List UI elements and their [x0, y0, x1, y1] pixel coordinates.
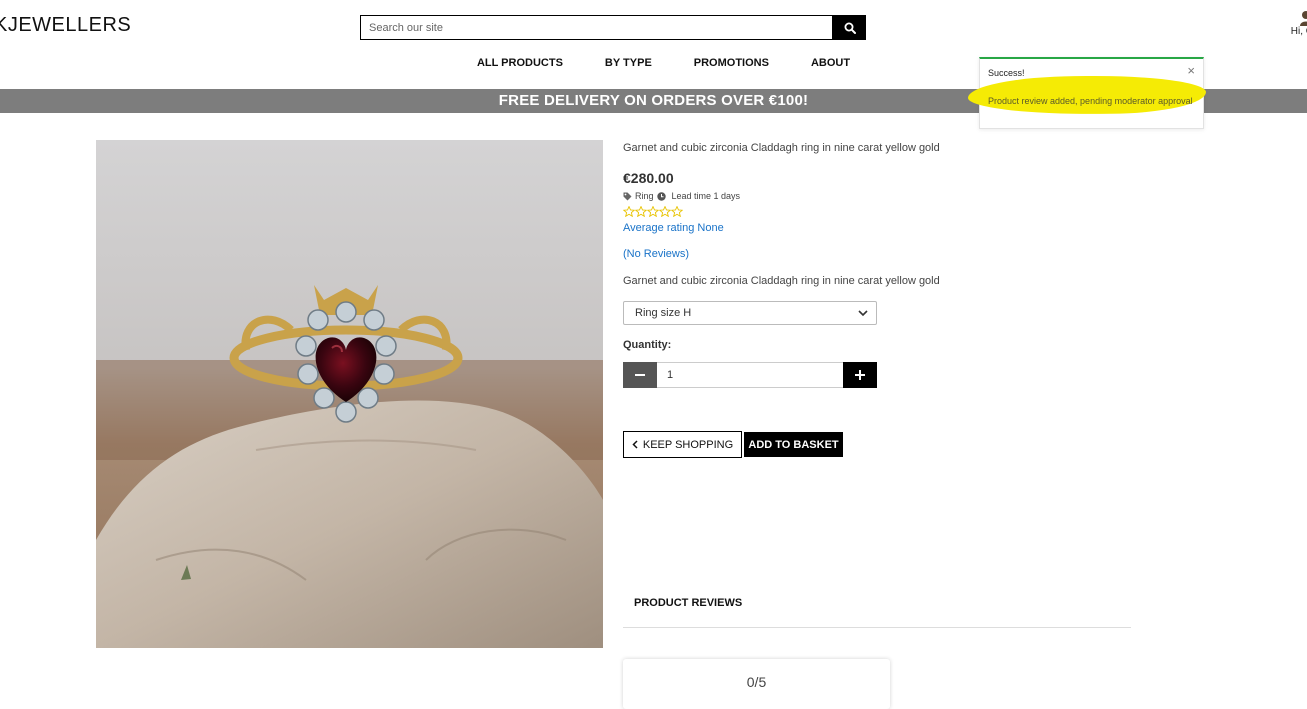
quantity-stepper [623, 362, 877, 388]
success-toast: Success! × Product review added, pending… [967, 57, 1207, 129]
chevron-down-icon [858, 309, 868, 316]
search-form [360, 15, 866, 40]
minus-icon [635, 374, 645, 376]
ring-size-value: Ring size H [635, 307, 692, 319]
keep-shopping-label: KEEP SHOPPING [642, 438, 734, 451]
user-icon [1300, 11, 1307, 26]
review-score-card: 0/5 [623, 659, 890, 709]
ring-size-select[interactable]: Ring size H [623, 301, 877, 325]
reviews-divider [623, 627, 1131, 628]
account-greeting: Hi, C [1290, 26, 1307, 37]
account-menu[interactable]: Hi, C [1283, 10, 1307, 37]
add-to-basket-button[interactable]: ADD TO BASKET [744, 432, 843, 457]
keep-shopping-button[interactable]: KEEP SHOPPING [623, 431, 742, 458]
quantity-label: Quantity: [623, 339, 672, 351]
rating-stars [623, 206, 683, 217]
nav-by-type[interactable]: BY TYPE [605, 57, 652, 69]
nav-promotions[interactable]: PROMOTIONS [694, 57, 769, 69]
reviews-count-link[interactable]: (No Reviews) [623, 248, 689, 260]
product-price: €280.00 [623, 170, 674, 186]
product-meta: Ring Lead time 1 days [623, 191, 740, 201]
product-category: Ring [635, 191, 654, 201]
search-button[interactable] [833, 15, 866, 40]
brand-logo[interactable]: KJEWELLERS [0, 14, 131, 37]
product-reviews-heading: PRODUCT REVIEWS [634, 597, 743, 609]
star-empty-icon [659, 206, 671, 217]
ring-photo [96, 140, 603, 648]
product-image [96, 140, 603, 648]
chevron-left-icon [632, 440, 638, 449]
star-empty-icon [635, 206, 647, 217]
tag-icon [623, 192, 632, 200]
highlighter-mark [967, 74, 1207, 116]
star-empty-icon [647, 206, 659, 217]
search-input[interactable] [360, 15, 833, 40]
star-empty-icon [671, 206, 683, 217]
quantity-input[interactable] [657, 362, 843, 388]
quantity-decrement-button[interactable] [623, 362, 657, 388]
plus-icon [855, 370, 865, 380]
search-icon [844, 22, 856, 34]
toast-message: Product review added, pending moderator … [988, 96, 1193, 106]
clock-icon [656, 191, 666, 201]
nav-about[interactable]: ABOUT [811, 57, 850, 69]
nav-all-products[interactable]: ALL PRODUCTS [477, 57, 563, 69]
product-lead-time: Lead time 1 days [671, 191, 741, 201]
review-score: 0/5 [746, 674, 767, 690]
toast-title: Success! [988, 68, 1025, 78]
average-rating-link[interactable]: Average rating None [623, 222, 724, 234]
product-description: Garnet and cubic zirconia Claddagh ring … [623, 275, 940, 287]
quantity-increment-button[interactable] [843, 362, 877, 388]
star-empty-icon [623, 206, 635, 217]
toast-close-button[interactable]: × [1187, 64, 1195, 78]
product-title: Garnet and cubic zirconia Claddagh ring … [623, 142, 940, 154]
